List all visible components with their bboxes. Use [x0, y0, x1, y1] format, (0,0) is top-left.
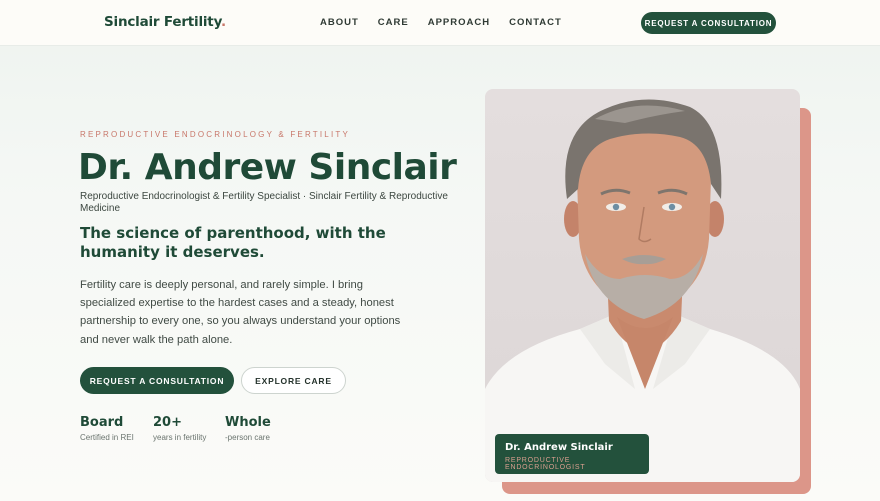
stat-value: Board — [80, 415, 124, 430]
caption-title: REPRODUCTIVE ENDOCRINOLOGIST — [505, 457, 586, 471]
stat-value: Whole — [225, 415, 271, 430]
doctor-subtitle: Reproductive Endocrinologist & Fertility… — [80, 191, 448, 214]
doctor-portrait — [485, 89, 800, 482]
hero-lead: Fertility care is deeply personal, and r… — [80, 279, 401, 346]
request-consultation-button[interactable]: REQUEST A CONSULTATION — [80, 367, 234, 394]
nav-link-about[interactable]: ABOUT — [320, 17, 359, 28]
portrait-illustration — [485, 99, 800, 482]
brand-name: Sinclair Fertility — [104, 14, 221, 30]
brand-logo[interactable]: Sinclair Fertility. — [104, 14, 226, 30]
nav-links: ABOUT CARE APPROACH CONTACT — [320, 17, 581, 28]
hero-tagline: The science of parenthood, with the huma… — [80, 224, 386, 261]
explore-care-button[interactable]: EXPLORE CARE — [241, 367, 346, 394]
brand-dot: . — [220, 14, 226, 30]
nav-link-care[interactable]: CARE — [378, 17, 409, 28]
caption-name: Dr. Andrew Sinclair — [505, 442, 613, 453]
stat-value: 20+ — [153, 415, 182, 430]
stat-label: years in fertility — [153, 433, 207, 442]
nav-link-approach[interactable]: APPROACH — [428, 17, 490, 28]
doctor-name: Dr. Andrew Sinclair — [78, 147, 457, 188]
nav-consultation-button[interactable]: REQUEST A CONSULTATION — [641, 12, 776, 34]
top-nav: Sinclair Fertility. ABOUT CARE APPROACH … — [0, 0, 880, 46]
stat-label: -person care — [225, 433, 270, 442]
portrait-caption: Dr. Andrew Sinclair REPRODUCTIVE ENDOCRI… — [495, 434, 649, 474]
stat-years: 20+ years in fertility — [153, 415, 206, 442]
nav-link-contact[interactable]: CONTACT — [509, 17, 562, 28]
stat-whole-person: Whole -person care — [225, 415, 271, 442]
hero-eyebrow: REPRODUCTIVE ENDOCRINOLOGY & FERTILITY — [80, 130, 351, 139]
stat-label: Certified in REI — [80, 433, 134, 442]
stat-board: Board Certified in REI — [80, 415, 134, 442]
